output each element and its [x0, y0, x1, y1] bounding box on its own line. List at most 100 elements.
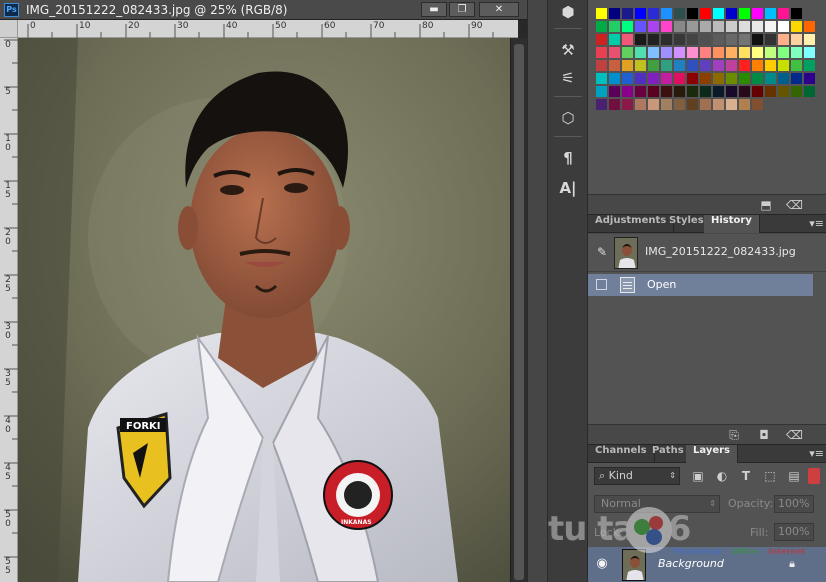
- color-swatch[interactable]: [804, 47, 815, 58]
- color-swatch[interactable]: [635, 21, 646, 32]
- panel-dock-strip[interactable]: [527, 0, 547, 582]
- color-swatch[interactable]: [713, 99, 724, 110]
- layer-kind-filter[interactable]: ⌕ Kind ⇕: [594, 467, 680, 485]
- 3d-cube-stack-icon[interactable]: ⬢: [556, 0, 580, 24]
- color-swatch[interactable]: [648, 60, 659, 71]
- color-swatch[interactable]: [674, 99, 685, 110]
- color-swatch[interactable]: [687, 34, 698, 45]
- color-swatch[interactable]: [622, 47, 633, 58]
- color-swatch[interactable]: [778, 21, 789, 32]
- color-swatch[interactable]: [609, 60, 620, 71]
- color-swatch[interactable]: [687, 60, 698, 71]
- color-swatch[interactable]: [596, 21, 607, 32]
- color-swatch[interactable]: [648, 86, 659, 97]
- color-swatch[interactable]: [661, 34, 672, 45]
- color-swatch[interactable]: [700, 47, 711, 58]
- color-swatch[interactable]: [778, 47, 789, 58]
- brush-presets-icon[interactable]: ⚒: [556, 38, 580, 62]
- color-swatch[interactable]: [752, 34, 763, 45]
- color-swatch[interactable]: [622, 60, 633, 71]
- color-swatch[interactable]: [791, 47, 802, 58]
- layer-row-background[interactable]: ◉ Background 🔒︎: [588, 547, 826, 582]
- color-swatch[interactable]: [726, 34, 737, 45]
- color-swatch[interactable]: [687, 47, 698, 58]
- color-swatch[interactable]: [726, 8, 737, 19]
- pixel-filter-icon[interactable]: ▣: [690, 468, 706, 484]
- color-swatch[interactable]: [674, 8, 685, 19]
- color-swatch[interactable]: [713, 47, 724, 58]
- color-swatch[interactable]: [765, 47, 776, 58]
- color-swatch[interactable]: [726, 99, 737, 110]
- color-swatch[interactable]: [713, 8, 724, 19]
- horizontal-ruler[interactable]: 0 10 20 30 40 50 60 70 80 90: [18, 20, 518, 38]
- color-swatch[interactable]: [635, 99, 646, 110]
- color-swatch[interactable]: [778, 8, 789, 19]
- color-swatch[interactable]: [622, 99, 633, 110]
- history-snapshot[interactable]: ✎ IMG_20151222_082433.jpg: [588, 234, 826, 272]
- character-icon[interactable]: A|: [556, 176, 580, 200]
- smart-object-filter-icon[interactable]: ▤: [786, 468, 802, 484]
- color-swatch[interactable]: [596, 73, 607, 84]
- adjustment-filter-icon[interactable]: ◐: [714, 468, 730, 484]
- 3d-cube-icon[interactable]: ⬡: [556, 106, 580, 130]
- color-swatch[interactable]: [687, 99, 698, 110]
- color-swatch[interactable]: [648, 73, 659, 84]
- color-swatch[interactable]: [752, 60, 763, 71]
- color-swatch[interactable]: [635, 86, 646, 97]
- color-swatch[interactable]: [765, 60, 776, 71]
- color-swatch[interactable]: [661, 73, 672, 84]
- color-swatch[interactable]: [713, 73, 724, 84]
- color-swatch[interactable]: [648, 21, 659, 32]
- history-state-open[interactable]: Open: [588, 274, 813, 296]
- color-swatch[interactable]: [648, 8, 659, 19]
- color-swatch[interactable]: [765, 8, 776, 19]
- color-swatch[interactable]: [700, 60, 711, 71]
- color-swatch[interactable]: [765, 34, 776, 45]
- color-swatch[interactable]: [609, 34, 620, 45]
- color-swatch[interactable]: [596, 34, 607, 45]
- ruler-origin[interactable]: [0, 20, 18, 38]
- blend-mode-select[interactable]: Normal ⇕: [594, 495, 720, 513]
- color-swatch[interactable]: [791, 73, 802, 84]
- color-swatch[interactable]: [700, 99, 711, 110]
- color-swatch[interactable]: [622, 21, 633, 32]
- color-swatch[interactable]: [648, 47, 659, 58]
- color-swatch[interactable]: [635, 47, 646, 58]
- panel-menu-icon[interactable]: ▾≡: [809, 447, 824, 461]
- color-swatch[interactable]: [622, 86, 633, 97]
- color-swatch[interactable]: [804, 60, 815, 71]
- color-swatch[interactable]: [687, 8, 698, 19]
- color-swatch[interactable]: [687, 21, 698, 32]
- minimize-button[interactable]: ▬: [421, 2, 447, 17]
- color-swatch[interactable]: [739, 99, 750, 110]
- color-swatch[interactable]: [765, 21, 776, 32]
- history-brush-source-icon[interactable]: ✎: [594, 244, 610, 260]
- color-swatch[interactable]: [726, 86, 737, 97]
- color-swatch[interactable]: [622, 34, 633, 45]
- color-swatch[interactable]: [635, 60, 646, 71]
- color-swatch[interactable]: [609, 8, 620, 19]
- color-swatch[interactable]: [635, 8, 646, 19]
- color-swatch[interactable]: [739, 47, 750, 58]
- color-swatch[interactable]: [635, 73, 646, 84]
- color-swatch[interactable]: [713, 60, 724, 71]
- tab-layers[interactable]: Layers: [686, 445, 738, 463]
- color-swatch[interactable]: [791, 86, 802, 97]
- color-swatch[interactable]: [765, 73, 776, 84]
- color-swatch[interactable]: [791, 34, 802, 45]
- maximize-button[interactable]: ❐: [449, 2, 475, 17]
- shape-filter-icon[interactable]: ⬚: [762, 468, 778, 484]
- color-swatch[interactable]: [713, 86, 724, 97]
- eye-icon[interactable]: ◉: [594, 556, 610, 572]
- paragraph-icon[interactable]: ¶: [556, 146, 580, 170]
- color-swatch[interactable]: [700, 8, 711, 19]
- color-swatch[interactable]: [609, 47, 620, 58]
- color-swatch[interactable]: [804, 73, 815, 84]
- color-swatch[interactable]: [726, 73, 737, 84]
- color-swatch[interactable]: [635, 34, 646, 45]
- color-swatch[interactable]: [726, 21, 737, 32]
- image-canvas[interactable]: FORKI INKANAS: [18, 38, 510, 582]
- color-swatch[interactable]: [648, 34, 659, 45]
- color-swatch[interactable]: [687, 86, 698, 97]
- color-swatch[interactable]: [596, 60, 607, 71]
